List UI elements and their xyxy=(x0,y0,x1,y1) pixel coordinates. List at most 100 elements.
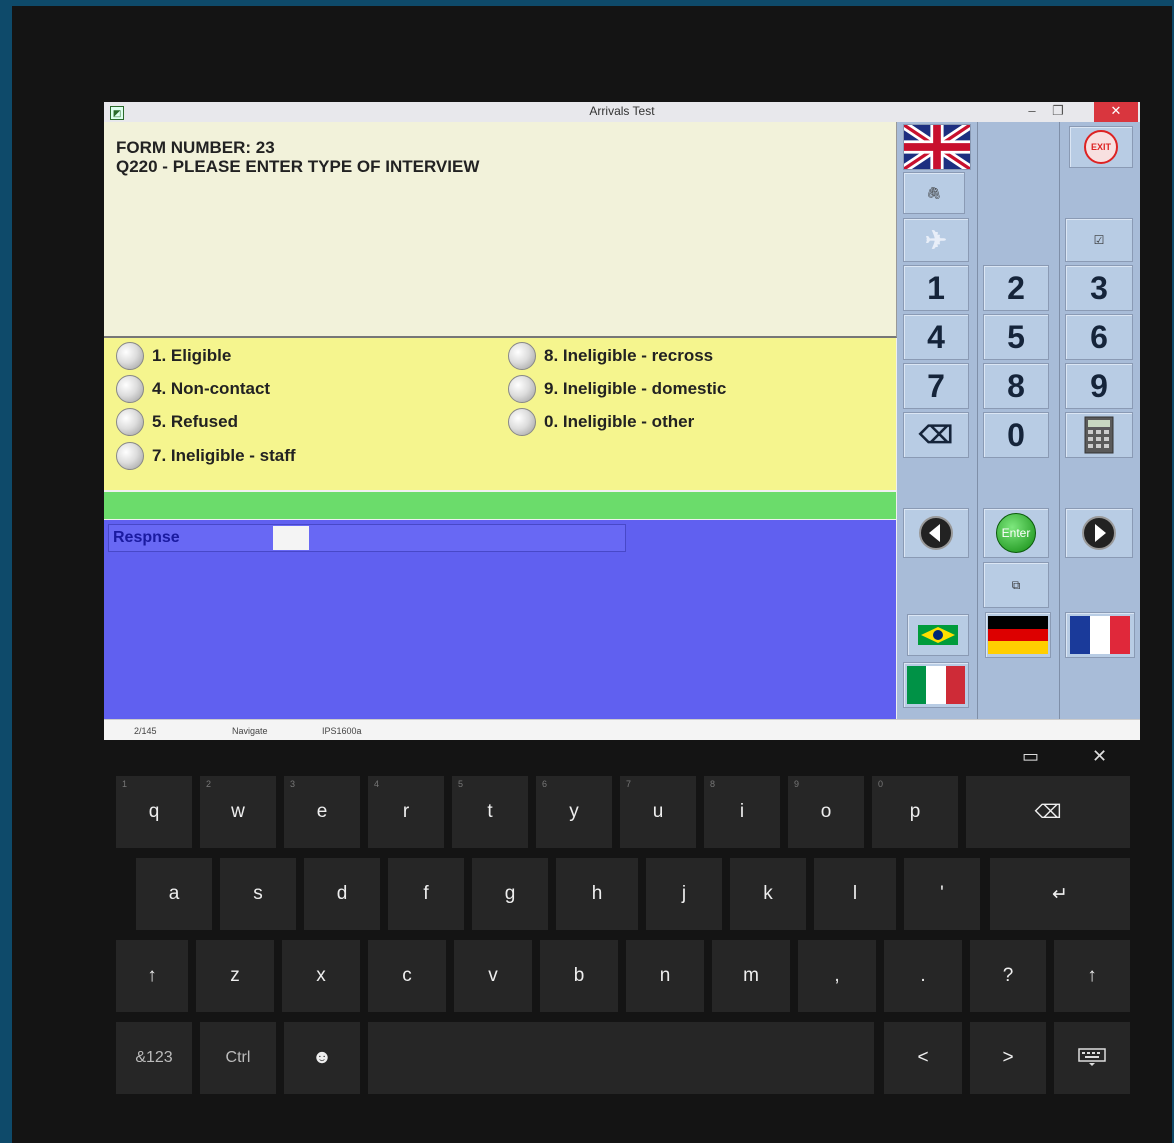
mode-indicator: Navigate xyxy=(232,726,268,736)
radio-button[interactable] xyxy=(508,408,536,436)
key-i[interactable]: 8i xyxy=(704,776,780,848)
next-button[interactable] xyxy=(1065,508,1133,558)
key-shift-left[interactable]: ↑ xyxy=(116,940,188,1012)
numpad-4[interactable]: 4 xyxy=(903,314,969,360)
key-left[interactable]: < xyxy=(884,1022,962,1094)
key-l[interactable]: l xyxy=(814,858,896,930)
copy-button[interactable]: ⧉ xyxy=(983,562,1049,608)
key-e[interactable]: 3e xyxy=(284,776,360,848)
key-n[interactable]: n xyxy=(626,940,704,1012)
key-period[interactable]: . xyxy=(884,940,962,1012)
response-input[interactable] xyxy=(273,526,309,550)
key-p[interactable]: 0p xyxy=(872,776,958,848)
previous-button[interactable] xyxy=(903,508,969,558)
france-flag-button[interactable] xyxy=(1065,612,1135,658)
key-j[interactable]: j xyxy=(646,858,722,930)
italy-flag-button[interactable] xyxy=(903,662,969,708)
keyboard-close-button[interactable]: ✕ xyxy=(1092,746,1107,767)
numpad-7[interactable]: 7 xyxy=(903,363,969,409)
key-label: p xyxy=(909,801,921,822)
key-hint: 0 xyxy=(878,779,884,789)
key-f[interactable]: f xyxy=(388,858,464,930)
numpad-1[interactable]: 1 xyxy=(903,265,969,311)
key-r[interactable]: 4r xyxy=(368,776,444,848)
key-apostrophe[interactable]: ' xyxy=(904,858,980,930)
checkbox-button[interactable]: ☑ xyxy=(1065,218,1133,262)
key-c[interactable]: c xyxy=(368,940,446,1012)
separator-bar xyxy=(104,492,896,519)
option-label: 5. Refused xyxy=(152,412,238,431)
attachment-button[interactable]: 🖇 xyxy=(903,172,965,214)
option-ineligible-other[interactable]: 0. Ineligible - other xyxy=(508,408,694,436)
key-shift-right[interactable]: ↑ xyxy=(1054,940,1130,1012)
enter-button[interactable]: Enter xyxy=(983,508,1049,558)
radio-button[interactable] xyxy=(508,375,536,403)
numpad-5[interactable]: 5 xyxy=(983,314,1049,360)
uk-flag-button[interactable] xyxy=(903,124,971,170)
key-label: u xyxy=(652,801,664,822)
key-keyboard-layout[interactable] xyxy=(1054,1022,1130,1094)
checkbox-icon: ☑ xyxy=(1093,233,1105,247)
option-label: 1. Eligible xyxy=(152,346,232,365)
key-emoji[interactable]: ☻ xyxy=(284,1022,360,1094)
radio-button[interactable] xyxy=(116,442,144,470)
radio-button[interactable] xyxy=(116,375,144,403)
radio-button[interactable] xyxy=(116,408,144,436)
key-d[interactable]: d xyxy=(304,858,380,930)
numpad-6[interactable]: 6 xyxy=(1065,314,1133,360)
numpad-3[interactable]: 3 xyxy=(1065,265,1133,311)
radio-button[interactable] xyxy=(508,342,536,370)
option-ineligible-domestic[interactable]: 9. Ineligible - domestic xyxy=(508,375,726,403)
key-m[interactable]: m xyxy=(712,940,790,1012)
key-v[interactable]: v xyxy=(454,940,532,1012)
question-text: Q220 - PLEASE ENTER TYPE OF INTERVIEW xyxy=(116,157,480,176)
key-s[interactable]: s xyxy=(220,858,296,930)
key-t[interactable]: 5t xyxy=(452,776,528,848)
key-label: r xyxy=(402,801,410,822)
option-ineligible-recross[interactable]: 8. Ineligible - recross xyxy=(508,342,713,370)
key-g[interactable]: g xyxy=(472,858,548,930)
numpad-backspace[interactable]: ⌫ xyxy=(903,412,969,458)
key-x[interactable]: x xyxy=(282,940,360,1012)
key-w[interactable]: 2w xyxy=(200,776,276,848)
key-comma[interactable]: , xyxy=(798,940,876,1012)
key-question[interactable]: ? xyxy=(970,940,1046,1012)
key-q[interactable]: 1q xyxy=(116,776,192,848)
radio-button[interactable] xyxy=(116,342,144,370)
option-eligible[interactable]: 1. Eligible xyxy=(116,342,231,370)
minimize-button[interactable]: – xyxy=(1020,102,1044,122)
exit-button[interactable]: EXIT xyxy=(1069,126,1133,168)
close-button[interactable]: ✕ xyxy=(1094,102,1138,122)
numpad-0[interactable]: 0 xyxy=(983,412,1049,458)
key-z[interactable]: z xyxy=(196,940,274,1012)
airplane-icon: ✈ xyxy=(925,224,947,255)
key-o[interactable]: 9o xyxy=(788,776,864,848)
airplane-button[interactable]: ✈ xyxy=(903,218,969,262)
keyboard-dock-button[interactable]: ▭ xyxy=(1022,746,1039,767)
key-u[interactable]: 7u xyxy=(620,776,696,848)
key-symbols[interactable]: &123 xyxy=(116,1022,192,1094)
option-non-contact[interactable]: 4. Non-contact xyxy=(116,375,270,403)
key-b[interactable]: b xyxy=(540,940,618,1012)
maximize-button[interactable]: ❐ xyxy=(1046,102,1070,122)
brazil-flag-button[interactable] xyxy=(907,614,969,656)
key-space[interactable] xyxy=(368,1022,874,1094)
key-backspace[interactable]: ⌫ xyxy=(966,776,1130,848)
key-hint: 7 xyxy=(626,779,632,789)
numpad-2[interactable]: 2 xyxy=(983,265,1049,311)
key-a[interactable]: a xyxy=(136,858,212,930)
key-k[interactable]: k xyxy=(730,858,806,930)
key-hint: 5 xyxy=(458,779,464,789)
numpad-9[interactable]: 9 xyxy=(1065,363,1133,409)
germany-flag-button[interactable] xyxy=(985,612,1051,658)
key-ctrl[interactable]: Ctrl xyxy=(200,1022,276,1094)
key-right[interactable]: > xyxy=(970,1022,1046,1094)
numpad-8[interactable]: 8 xyxy=(983,363,1049,409)
key-y[interactable]: 6y xyxy=(536,776,612,848)
key-h[interactable]: h xyxy=(556,858,638,930)
key-enter[interactable]: ↵ xyxy=(990,858,1130,930)
option-refused[interactable]: 5. Refused xyxy=(116,408,238,436)
calculator-button[interactable] xyxy=(1065,412,1133,458)
option-ineligible-staff[interactable]: 7. Ineligible - staff xyxy=(116,442,296,470)
app-window: ◩ Arrivals Test – ❐ ✕ FORM NUMBER: 23 Q2… xyxy=(104,102,1140,740)
